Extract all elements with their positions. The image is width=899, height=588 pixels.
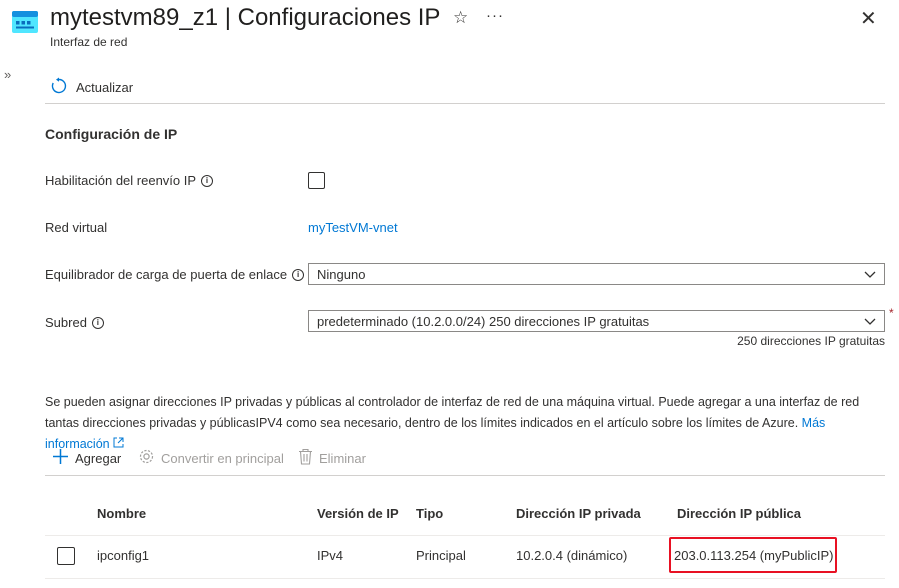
subnet-label: Subred i xyxy=(45,315,104,330)
make-primary-label: Convertir en principal xyxy=(161,450,284,466)
forwarding-label-text: Habilitación del reenvío IP xyxy=(45,173,197,188)
subnet-dropdown[interactable]: predeterminado (10.2.0.0/24) 250 direcci… xyxy=(308,310,885,332)
column-header-type[interactable]: Tipo xyxy=(416,506,443,521)
more-options-icon[interactable]: ··· xyxy=(486,7,504,24)
actions-divider xyxy=(45,475,885,476)
vnet-label: Red virtual xyxy=(45,220,108,235)
info-paragraph: Se pueden asignar direcciones IP privada… xyxy=(45,392,890,455)
required-mark: * xyxy=(889,306,894,320)
chevron-down-icon xyxy=(864,314,876,329)
public-ip-address: 203.0.113.254 xyxy=(674,548,757,563)
make-primary-button[interactable]: Convertir en principal xyxy=(138,448,284,468)
forwarding-checkbox[interactable] xyxy=(308,172,325,189)
ip-version-cell: IPv4 xyxy=(317,548,344,563)
toolbar-divider xyxy=(45,103,885,104)
public-ip-cell: 203.0.113.254 (myPublicIP) xyxy=(674,548,833,563)
type-cell: Principal xyxy=(416,548,466,563)
gear-icon xyxy=(138,448,155,468)
page-subtitle: Interfaz de red xyxy=(50,35,128,49)
column-header-private-ip[interactable]: Dirección IP privada xyxy=(516,506,641,521)
trash-icon xyxy=(298,448,313,468)
column-header-name[interactable]: Nombre xyxy=(97,506,146,521)
table-row-divider xyxy=(45,578,885,579)
close-icon[interactable]: ✕ xyxy=(860,6,877,31)
page-title: mytestvm89_z1 | Configuraciones IP xyxy=(50,4,441,31)
gateway-lb-dropdown[interactable]: Ninguno xyxy=(308,263,885,285)
delete-button[interactable]: Eliminar xyxy=(298,448,366,468)
info-paragraph-text: Se pueden asignar direcciones IP privada… xyxy=(45,395,860,430)
add-button[interactable]: Agregar xyxy=(52,448,121,468)
subnet-label-text: Subred xyxy=(45,315,87,330)
subnet-note: 250 direcciones IP gratuitas xyxy=(737,334,885,348)
vnet-link[interactable]: myTestVM-vnet xyxy=(308,220,398,235)
subnet-value: predeterminado (10.2.0.0/24) 250 direcci… xyxy=(317,313,650,329)
chevron-down-icon xyxy=(864,267,876,282)
gateway-lb-value: Ninguno xyxy=(317,266,366,282)
private-ip-cell: 10.2.0.4 (dinámico) xyxy=(516,548,628,563)
add-icon xyxy=(52,448,69,468)
add-label: Agregar xyxy=(75,450,122,466)
row-checkbox[interactable] xyxy=(57,547,75,565)
section-title: Configuración de IP xyxy=(45,126,178,142)
refresh-button[interactable]: Actualizar xyxy=(50,76,133,98)
delete-label: Eliminar xyxy=(319,450,366,466)
gateway-lb-label: Equilibrador de carga de puerta de enlac… xyxy=(45,267,305,282)
favorite-star-icon[interactable]: ☆ xyxy=(453,8,468,28)
forwarding-label: Habilitación del reenvío IP i xyxy=(45,173,214,188)
column-header-ip-version[interactable]: Versión de IP xyxy=(317,506,399,521)
info-icon[interactable]: i xyxy=(292,268,305,281)
refresh-icon xyxy=(50,77,68,98)
column-header-public-ip[interactable]: Dirección IP pública xyxy=(677,506,801,521)
expand-menu-icon[interactable]: » xyxy=(4,67,11,82)
refresh-label: Actualizar xyxy=(76,79,134,95)
gateway-lb-label-text: Equilibrador de carga de puerta de enlac… xyxy=(45,267,288,282)
info-icon[interactable]: i xyxy=(201,174,214,187)
resource-icon xyxy=(12,11,38,33)
info-icon[interactable]: i xyxy=(91,316,104,329)
public-ip-name: (myPublicIP) xyxy=(759,548,834,563)
ipconfig-name-link[interactable]: ipconfig1 xyxy=(97,548,149,563)
